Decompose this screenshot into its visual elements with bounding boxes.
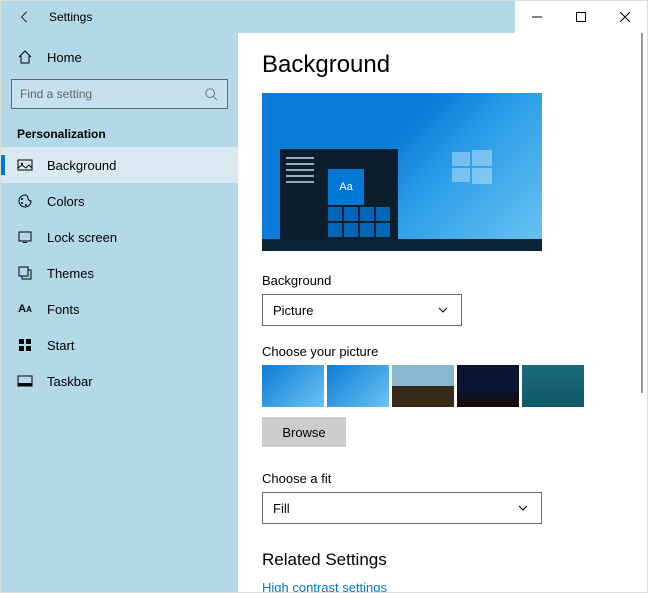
related-heading: Related Settings — [262, 550, 617, 570]
background-label: Background — [262, 273, 617, 288]
scrollbar[interactable] — [641, 33, 643, 393]
title-bar: Settings — [1, 1, 647, 33]
sidebar-item-themes[interactable]: Themes — [1, 255, 238, 291]
windows-logo-icon — [452, 148, 492, 188]
sidebar-item-label: Colors — [47, 194, 85, 209]
home-label: Home — [47, 50, 82, 65]
sidebar-item-label: Lock screen — [47, 230, 117, 245]
chevron-down-icon — [435, 302, 451, 318]
picture-icon — [17, 157, 33, 173]
picture-thumb-1[interactable] — [262, 365, 324, 407]
start-menu-mock: Aa — [280, 149, 398, 239]
browse-button[interactable]: Browse — [262, 417, 346, 447]
category-label: Personalization — [1, 115, 238, 147]
home-button[interactable]: Home — [1, 41, 238, 73]
content-area: Home Find a setting Personalization Back… — [1, 33, 647, 592]
sidebar-item-lockscreen[interactable]: Lock screen — [1, 219, 238, 255]
lockscreen-icon — [17, 229, 33, 245]
search-input[interactable]: Find a setting — [11, 79, 228, 109]
search-icon — [203, 86, 219, 102]
fonts-icon: AA — [17, 301, 33, 317]
back-button[interactable] — [9, 1, 41, 33]
themes-icon — [17, 265, 33, 281]
fit-dropdown[interactable]: Fill — [262, 492, 542, 524]
picture-thumbnails — [262, 365, 617, 407]
window-title: Settings — [49, 10, 92, 24]
sidebar: Home Find a setting Personalization Back… — [1, 33, 238, 592]
start-icon — [17, 337, 33, 353]
sidebar-item-label: Taskbar — [47, 374, 93, 389]
chevron-down-icon — [515, 500, 531, 516]
minimize-button[interactable] — [515, 1, 559, 33]
taskbar-icon — [17, 373, 33, 389]
sidebar-item-fonts[interactable]: AA Fonts — [1, 291, 238, 327]
page-heading: Background — [262, 51, 617, 79]
background-preview: Aa — [262, 93, 542, 251]
picture-thumb-4[interactable] — [457, 365, 519, 407]
close-button[interactable] — [603, 1, 647, 33]
fit-label: Choose a fit — [262, 471, 617, 486]
sidebar-item-background[interactable]: Background — [1, 147, 238, 183]
window-controls — [515, 1, 647, 33]
picture-thumb-5[interactable] — [522, 365, 584, 407]
sidebar-item-label: Fonts — [47, 302, 80, 317]
picture-thumb-2[interactable] — [327, 365, 389, 407]
choose-picture-label: Choose your picture — [262, 344, 617, 359]
sidebar-item-start[interactable]: Start — [1, 327, 238, 363]
search-placeholder: Find a setting — [20, 87, 92, 101]
maximize-button[interactable] — [559, 1, 603, 33]
background-dropdown-value: Picture — [273, 303, 313, 318]
fit-dropdown-value: Fill — [273, 501, 290, 516]
sample-tile: Aa — [328, 169, 364, 205]
main-panel: Background Aa Background Picture Choose … — [238, 33, 647, 592]
palette-icon — [17, 193, 33, 209]
sidebar-item-label: Themes — [47, 266, 94, 281]
sidebar-item-label: Background — [47, 158, 116, 173]
sidebar-item-taskbar[interactable]: Taskbar — [1, 363, 238, 399]
picture-thumb-3[interactable] — [392, 365, 454, 407]
sidebar-item-colors[interactable]: Colors — [1, 183, 238, 219]
background-dropdown[interactable]: Picture — [262, 294, 462, 326]
home-icon — [17, 49, 33, 65]
high-contrast-link[interactable]: High contrast settings — [262, 580, 617, 592]
sidebar-item-label: Start — [47, 338, 74, 353]
